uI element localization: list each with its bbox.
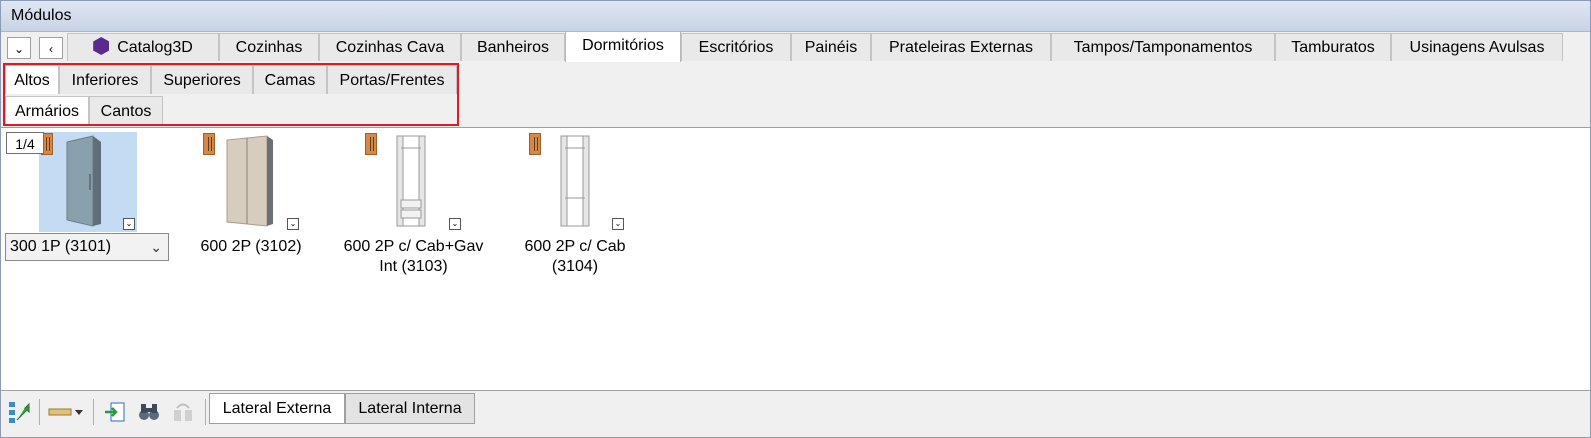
hierarchy-icon[interactable] [7, 400, 31, 424]
modulos-window: Módulos ⌄ ‹ Catalog3D Cozinhas Cozinhas … [0, 0, 1591, 438]
subtab-cantos[interactable]: Cantos [89, 96, 163, 125]
expand-variants-icon[interactable]: ⌄ [287, 218, 299, 230]
scroll-left-icon[interactable]: ‹ [39, 37, 63, 59]
tab-catalog3d[interactable]: Catalog3D [67, 33, 219, 61]
wardrobe-2-doors-thumbnail[interactable] [223, 134, 275, 230]
tab-lateral-interna[interactable]: Lateral Interna [345, 393, 475, 424]
subtab-armarios[interactable]: Armários [5, 96, 89, 125]
item-label[interactable]: 600 2P c/ Cab (3104) [501, 237, 649, 277]
wardrobe-1-door-thumbnail[interactable] [63, 134, 103, 230]
tab-escritorios[interactable]: Escritórios [681, 33, 791, 61]
door-icon [529, 133, 541, 155]
toolbar-separator [205, 399, 206, 425]
subtab-altos[interactable]: Altos [5, 65, 59, 94]
toolbar-separator [93, 399, 94, 425]
tab-prateleiras-externas[interactable]: Prateleiras Externas [871, 33, 1051, 61]
item-variant-value: 300 1P (3101) [10, 238, 112, 255]
measure-dropdown-icon[interactable] [47, 400, 85, 424]
tab-dormitorios[interactable]: Dormitórios [565, 31, 681, 62]
cube-icon [93, 37, 110, 55]
item-variant-select[interactable]: 300 1P (3101) ⌄ [5, 233, 169, 261]
toolbar-separator [39, 399, 40, 425]
wardrobe-cab-drawer-thumbnail[interactable] [395, 134, 429, 230]
tab-cozinhas-cava[interactable]: Cozinhas Cava [319, 33, 461, 61]
tab-paineis[interactable]: Painéis [791, 33, 871, 61]
disabled-action-icon [174, 403, 192, 421]
item-label[interactable]: 600 2P (3102) [171, 237, 331, 257]
chevron-down-icon: ⌄ [150, 239, 162, 255]
title-bar: Módulos [1, 1, 1590, 32]
subtab-camas[interactable]: Camas [253, 65, 327, 94]
subtab-inferiores[interactable]: Inferiores [59, 65, 151, 94]
tab-lateral-externa[interactable]: Lateral Externa [209, 393, 345, 424]
door-icon [365, 133, 377, 155]
tab-label: Catalog3D [117, 39, 193, 56]
expand-variants-icon[interactable]: ⌄ [612, 218, 624, 230]
binoculars-icon[interactable] [137, 400, 161, 424]
expand-variants-icon[interactable]: ⌄ [449, 218, 461, 230]
tab-banheiros[interactable]: Banheiros [461, 33, 565, 61]
door-icon [203, 133, 215, 155]
chevron-down-icon[interactable]: ⌄ [7, 37, 31, 59]
subtab-portas-frentes[interactable]: Portas/Frentes [327, 65, 457, 94]
tab-tampos-tamponamentos[interactable]: Tampos/Tamponamentos [1051, 33, 1275, 61]
tab-usinagens-avulsas[interactable]: Usinagens Avulsas [1391, 33, 1563, 61]
expand-variants-icon[interactable]: ⌄ [123, 218, 135, 230]
tab-tamburatos[interactable]: Tamburatos [1275, 33, 1391, 61]
page-indicator: 1/4 [6, 132, 44, 154]
import-icon[interactable] [103, 400, 127, 424]
item-label[interactable]: 600 2P c/ Cab+Gav Int (3103) [331, 237, 496, 277]
subtab-superiores[interactable]: Superiores [151, 65, 253, 94]
window-title: Módulos [11, 7, 72, 24]
wardrobe-cab-thumbnail[interactable] [559, 134, 593, 230]
tab-cozinhas[interactable]: Cozinhas [219, 33, 319, 61]
